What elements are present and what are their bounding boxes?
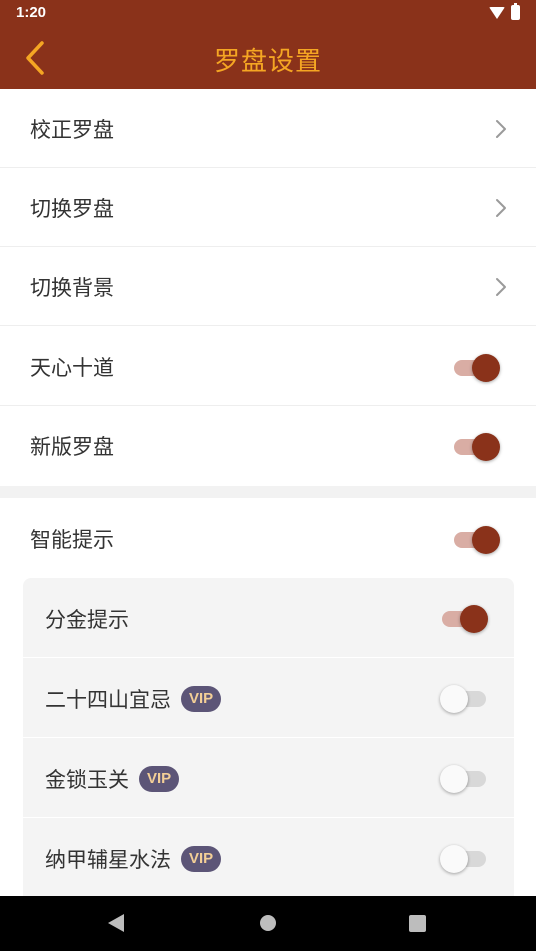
chevron-right-icon xyxy=(496,278,506,296)
toggle-knob xyxy=(472,526,500,554)
new-compass-row: 新版罗盘 xyxy=(0,406,536,485)
row-label: 校正罗盘 xyxy=(30,118,114,142)
toggle-knob xyxy=(460,605,488,633)
system-nav-bar xyxy=(0,896,536,951)
smart-hint-toggle[interactable] xyxy=(452,523,502,555)
nav-home-icon[interactable] xyxy=(260,915,276,931)
nav-back-icon[interactable] xyxy=(108,914,124,932)
row-label: 切换背景 xyxy=(30,276,114,300)
row-label: 纳甲辅星水法 VIP xyxy=(45,844,222,874)
toggle-knob xyxy=(440,845,468,873)
status-icons xyxy=(489,3,520,20)
new-compass-toggle[interactable] xyxy=(452,430,502,462)
smart-hint-row: 智能提示 xyxy=(0,499,536,578)
tianxin-shidao-row: 天心十道 xyxy=(0,327,536,406)
golden-lock-row: 金锁玉关 VIP xyxy=(23,738,514,818)
switch-compass-row[interactable]: 切换罗盘 xyxy=(0,168,536,247)
row-label: 天心十道 xyxy=(30,356,114,380)
row-label: 金锁玉关 VIP xyxy=(45,764,180,794)
status-time: 1:20 xyxy=(16,4,47,21)
battery-icon xyxy=(511,3,520,20)
settings-content: 校正罗盘 切换罗盘 切换背景 天心十道 新版罗盘 智能提示 分金提示 二十四山宜… xyxy=(0,89,536,896)
row-label-text: 纳甲辅星水法 xyxy=(45,848,171,872)
chevron-right-icon xyxy=(496,120,506,138)
row-label: 切换罗盘 xyxy=(30,197,114,221)
smart-hint-panel: 分金提示 二十四山宜忌 VIP 金锁玉关 VIP 纳甲辅星水法 VIP xyxy=(23,578,514,896)
calibrate-compass-row[interactable]: 校正罗盘 xyxy=(0,89,536,168)
najia-water-toggle[interactable] xyxy=(440,842,490,874)
page-title: 罗盘设置 xyxy=(213,47,322,77)
app-bar: 罗盘设置 xyxy=(0,27,536,89)
najia-water-row: 纳甲辅星水法 VIP xyxy=(23,818,514,896)
status-bar: 1:20 xyxy=(0,0,536,27)
section-divider xyxy=(0,486,536,498)
24-mountains-toggle[interactable] xyxy=(440,682,490,714)
row-label: 二十四山宜忌 VIP xyxy=(45,684,222,714)
row-label-text: 二十四山宜忌 xyxy=(45,688,171,712)
toggle-knob xyxy=(472,433,500,461)
golden-lock-toggle[interactable] xyxy=(440,762,490,794)
row-label: 智能提示 xyxy=(30,528,114,552)
nav-recents-icon[interactable] xyxy=(409,915,426,932)
vip-badge: VIP xyxy=(181,846,222,872)
row-label-text: 金锁玉关 xyxy=(45,768,129,792)
switch-background-row[interactable]: 切换背景 xyxy=(0,247,536,326)
fenjin-hint-toggle[interactable] xyxy=(440,602,490,634)
toggle-knob xyxy=(440,685,468,713)
row-label: 新版罗盘 xyxy=(30,435,114,459)
fenjin-hint-row: 分金提示 xyxy=(23,578,514,658)
wifi-icon xyxy=(489,6,505,19)
toggle-knob xyxy=(440,765,468,793)
chevron-right-icon xyxy=(496,199,506,217)
vip-badge: VIP xyxy=(181,686,222,712)
row-label: 分金提示 xyxy=(45,608,129,632)
24-mountains-row: 二十四山宜忌 VIP xyxy=(23,658,514,738)
tianxin-shidao-toggle[interactable] xyxy=(452,351,502,383)
vip-badge: VIP xyxy=(139,766,180,792)
toggle-knob xyxy=(472,354,500,382)
